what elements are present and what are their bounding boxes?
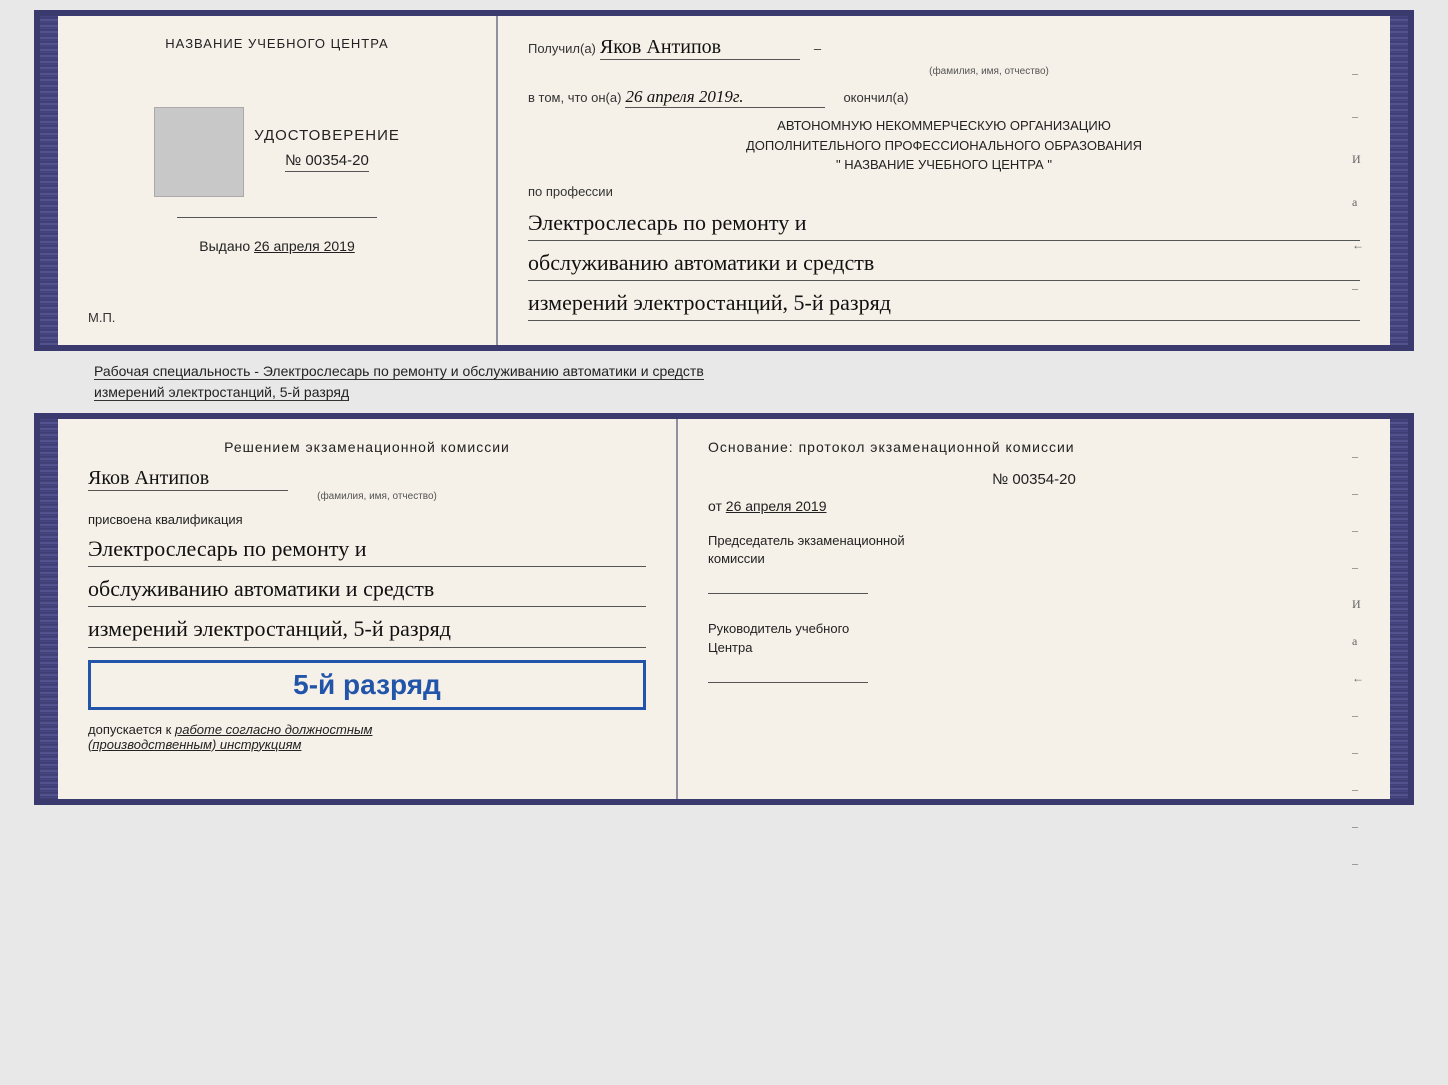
- subtitle-block: Рабочая специальность - Электрослесарь п…: [54, 359, 1414, 405]
- rukovoditel-signature-line: [708, 663, 868, 683]
- v-tom-date: 26 апреля 2019г.: [625, 87, 743, 106]
- bottom-number: № 00354-20: [708, 471, 1360, 488]
- top-book: НАЗВАНИЕ УЧЕБНОГО ЦЕНТРА УДОСТОВЕРЕНИЕ №…: [34, 10, 1414, 351]
- book-spine-right-top: [1390, 16, 1408, 345]
- bottom-fio-caption: (фамилия, имя, отчество): [108, 491, 646, 502]
- org-block: АВТОНОМНУЮ НЕКОММЕРЧЕСКУЮ ОРГАНИЗАЦИЮ ДО…: [528, 116, 1360, 175]
- top-book-right: Получил(а) Яков Антипов – (фамилия, имя,…: [498, 16, 1390, 345]
- dopuskaetsya-text: допускается к работе согласно должностны…: [88, 722, 646, 752]
- vydano-text: Выдано 26 апреля 2019: [199, 238, 355, 254]
- book-spine-right-bottom: [1390, 419, 1408, 799]
- grade-badge: 5-й разряд: [88, 660, 646, 710]
- poluchil-line: Получил(а) Яков Антипов –: [528, 36, 1360, 60]
- udostoverenie-title: УДОСТОВЕРЕНИЕ: [254, 127, 400, 144]
- top-book-left: НАЗВАНИЕ УЧЕБНОГО ЦЕНТРА УДОСТОВЕРЕНИЕ №…: [58, 16, 498, 345]
- bottom-book-right: Основание: протокол экзаменационной коми…: [678, 419, 1390, 799]
- bottom-book: Решением экзаменационной комиссии Яков А…: [34, 413, 1414, 805]
- prisvoena-text: присвоена квалификация: [88, 512, 646, 527]
- ot-line: от 26 апреля 2019: [708, 498, 1360, 514]
- osnovaniye-text: Основание: протокол экзаменационной коми…: [708, 439, 1360, 455]
- book-spine-left: [40, 16, 58, 345]
- rukovoditel-block: Руководитель учебного Центра: [708, 620, 1360, 688]
- bottom-name-block: Яков Антипов (фамилия, имя, отчество): [88, 467, 646, 502]
- bottom-book-left: Решением экзаменационной комиссии Яков А…: [58, 419, 678, 799]
- bottom-profession-block: Электрослесарь по ремонту и обслуживанию…: [88, 531, 646, 652]
- fio-caption: (фамилия, имя, отчество): [618, 66, 1360, 77]
- training-center-title: НАЗВАНИЕ УЧЕБНОГО ЦЕНТРА: [165, 36, 388, 51]
- po-professii: по профессии: [528, 184, 613, 199]
- komissia-text: Решением экзаменационной комиссии: [88, 439, 646, 455]
- side-dashes-bottom: – – – – И а ← – – – – –: [1352, 449, 1364, 871]
- document-container: НАЗВАНИЕ УЧЕБНОГО ЦЕНТРА УДОСТОВЕРЕНИЕ №…: [34, 10, 1414, 805]
- recipient-name: Яков Антипов: [600, 36, 721, 58]
- subtitle-line1: Рабочая специальность - Электрослесарь п…: [94, 363, 704, 380]
- mp-text: М.П.: [88, 310, 115, 325]
- bottom-recipient-name: Яков Антипов: [88, 467, 209, 489]
- profession-block: Электрослесарь по ремонту и обслуживанию…: [528, 205, 1360, 322]
- udostoverenie-number: № 00354-20: [285, 152, 369, 172]
- predsedatel-block: Председатель экзаменационной комиссии: [708, 532, 1360, 600]
- seal-placeholder: [154, 107, 244, 197]
- line-sep-1: [177, 217, 377, 218]
- v-tom-line: в том, что он(а) 26 апреля 2019г. окончи…: [528, 87, 1360, 108]
- book-spine-left-bottom: [40, 419, 58, 799]
- subtitle-line2: измерений электростанций, 5-й разряд: [94, 384, 349, 401]
- side-dashes-top: – – И а ← –: [1352, 66, 1364, 296]
- predsedatel-signature-line: [708, 574, 868, 594]
